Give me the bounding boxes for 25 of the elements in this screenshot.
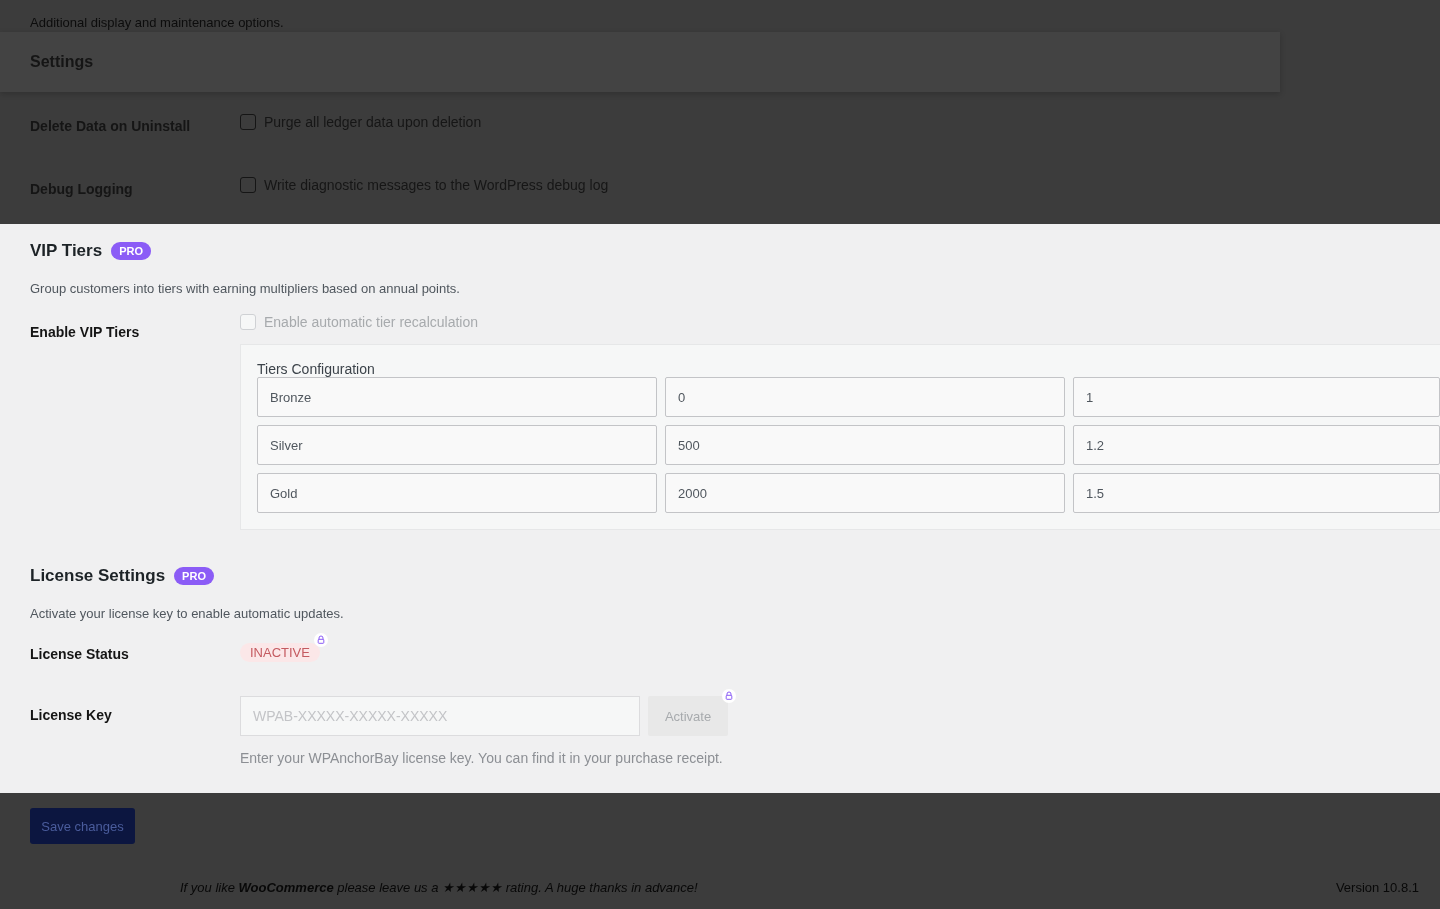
lock-icon <box>313 633 328 647</box>
field-label: License Key <box>29 706 113 725</box>
input-field[interactable]: 0 <box>665 377 1065 417</box>
input-field[interactable]: Bronze <box>257 377 657 417</box>
input-field[interactable]: Silver <box>257 425 657 465</box>
section-title: License Settings <box>30 566 166 586</box>
input-field[interactable]: 1 <box>1073 377 1440 417</box>
field-label: Enable VIP Tiers <box>29 323 141 342</box>
checkbox[interactable] <box>240 176 256 193</box>
input-field[interactable]: 1.2 <box>1073 425 1440 465</box>
lock-icon <box>722 689 736 703</box>
help-text: Enter your WPAnchorBay license key. You can find it in your purchase receipt. <box>240 750 724 766</box>
input-field[interactable]: 500 <box>665 425 1065 465</box>
pro-badge: PRO <box>174 567 214 585</box>
checkbox[interactable] <box>240 113 256 130</box>
input-field[interactable]: 1.5 <box>1073 473 1440 513</box>
section-description: Activate your license key to enable automatic updates. <box>30 606 345 621</box>
section-description: Group customers into tiers with earning multipliers based on annual points. <box>30 281 461 296</box>
field-label: License Status <box>29 645 130 662</box>
panel-title: Tiers Configuration <box>257 361 376 377</box>
section-title: VIP Tiers <box>30 241 103 261</box>
input-field[interactable]: Gold <box>257 473 657 513</box>
input-field[interactable]: 2000 <box>665 473 1065 513</box>
status-badge: INACTIVE <box>240 643 320 662</box>
pro-badge: PRO <box>111 242 151 260</box>
